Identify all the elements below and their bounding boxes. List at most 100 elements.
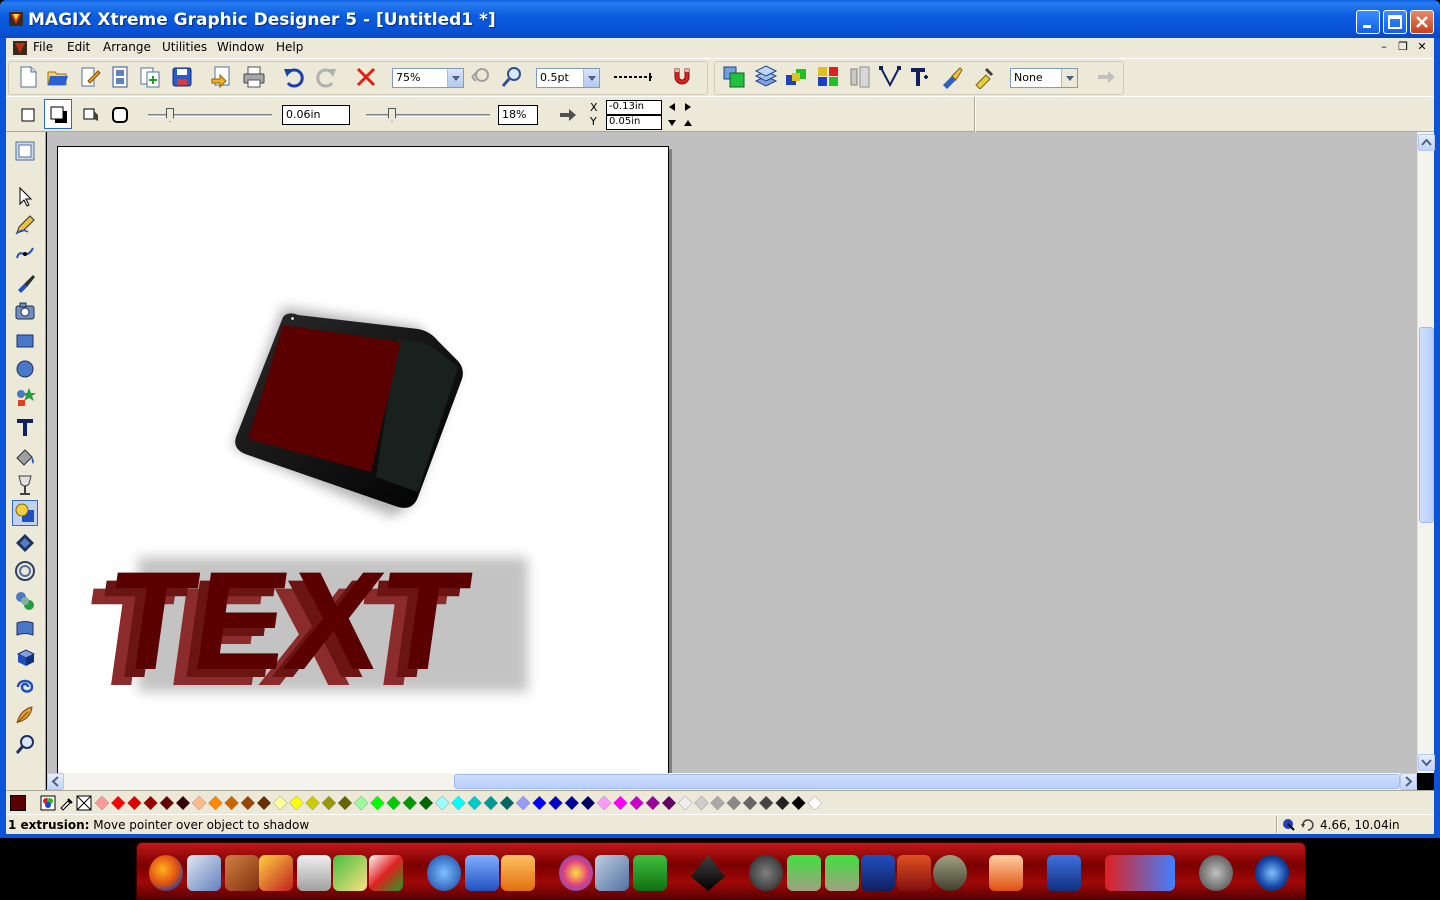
menu-file[interactable]: File [33,40,53,54]
firefox-icon[interactable] [149,855,183,891]
film-icon[interactable] [108,65,132,89]
ellipse-tool[interactable] [12,356,38,382]
doc-minimize-icon[interactable]: – [1376,40,1392,54]
inkscape-icon[interactable] [691,855,725,891]
flower-app-icon[interactable] [559,855,593,891]
transparency-tool[interactable] [12,472,38,498]
palette-swatch[interactable] [677,795,693,811]
quickshape-tool[interactable] [12,384,38,410]
writer-app-icon[interactable] [1047,855,1081,891]
palette-swatch[interactable] [564,795,580,811]
shadow-tool[interactable] [12,500,38,526]
text-tool-icon[interactable] [908,65,932,89]
palette-swatch[interactable] [208,795,223,811]
palette-swatch[interactable] [240,795,256,811]
undo-icon[interactable] [282,65,306,89]
doc-restore-icon[interactable]: ❐ [1395,40,1411,54]
new-document-icon[interactable] [16,65,40,89]
palette-swatch[interactable] [483,795,499,811]
doc-close-icon[interactable]: ✕ [1414,40,1430,54]
palette-swatch[interactable] [758,795,774,811]
brush-fill-icon[interactable] [940,65,964,89]
transparency-slider[interactable] [366,107,490,123]
palette-swatch[interactable] [143,795,158,811]
palette-swatch[interactable] [726,795,742,811]
extruded-text-object[interactable]: TEXT TEXT TEXT [74,543,478,715]
palette-swatch[interactable] [321,795,337,811]
palette-swatch[interactable] [175,795,191,811]
mould-tool[interactable] [12,616,38,642]
finder-icon[interactable] [595,855,629,891]
palette-swatch[interactable] [742,795,758,811]
color-picker-icon[interactable] [972,65,996,89]
picture-app-icon[interactable] [787,855,821,891]
palette-swatch[interactable] [434,795,450,811]
s-app-icon[interactable] [989,855,1023,891]
picture-app-2-icon[interactable] [825,855,859,891]
palette-swatch[interactable] [515,795,531,811]
wolf-app-icon[interactable] [1199,855,1233,891]
menu-edit[interactable]: Edit [67,40,90,54]
chevron-down-icon[interactable] [447,69,463,87]
palette-swatch[interactable] [353,795,369,811]
drop-shadow-button[interactable] [44,99,72,129]
palette-swatch[interactable] [191,795,207,811]
minimize-button[interactable] [1356,10,1380,34]
x-left-arrow-icon[interactable] [666,101,678,113]
menu-utilities[interactable]: Utilities [162,40,207,54]
toolbox-options-button[interactable] [12,138,38,164]
add-page-icon[interactable] [138,65,162,89]
globe-app-icon[interactable] [1255,855,1289,891]
photo-viewer-icon[interactable] [333,855,367,891]
text-tool[interactable] [12,414,38,440]
palette-swatch[interactable] [94,795,110,811]
horizontal-scrollbar[interactable] [47,773,1417,790]
palette-swatches[interactable] [94,794,874,812]
palette-swatch[interactable] [418,795,434,811]
internet-explorer-icon[interactable] [427,855,461,891]
fill-tool[interactable] [12,444,38,470]
canvas-workspace[interactable]: TEXT TEXT TEXT [47,132,1417,773]
palette-swatch[interactable] [645,795,661,811]
palette-swatch[interactable] [467,795,482,811]
palette-swatch[interactable] [548,795,563,811]
y-offset-field[interactable]: 0.05in [606,115,662,130]
scroll-right-button[interactable] [1400,773,1417,790]
import-icon[interactable] [210,65,234,89]
x-offset-field[interactable]: -0.13in [606,100,662,115]
magnet-snap-icon[interactable] [670,65,694,89]
palette-swatch[interactable] [305,795,320,811]
rectangle-tool[interactable] [12,328,38,354]
hand-app-icon[interactable] [225,855,259,891]
palette-swatch[interactable] [370,795,385,811]
zoom-icon[interactable] [500,65,524,89]
beachball-icon[interactable] [369,855,403,891]
palette-swatch[interactable] [272,795,288,811]
x-right-arrow-icon[interactable] [682,101,694,113]
gimp-icon[interactable] [933,855,967,891]
extruded-box[interactable] [235,313,463,508]
delete-icon[interactable] [354,65,378,89]
open-folder-icon[interactable] [46,65,70,89]
scroll-up-button[interactable] [1418,134,1435,151]
usb-drive-icon[interactable] [465,855,499,891]
line-width-combo[interactable]: 0.5pt [536,68,600,88]
blur-slider[interactable] [148,107,272,123]
contour-tool[interactable] [12,558,38,584]
vertical-scrollbar[interactable] [1417,132,1435,773]
palette-swatch[interactable] [710,795,725,811]
arrowhead-combo[interactable]: None [1010,68,1078,88]
arrow-right-icon[interactable] [1094,65,1118,89]
palette-swatch[interactable] [386,795,401,811]
3d-app-icon[interactable] [1105,855,1175,891]
palette-swatch[interactable] [224,795,239,811]
horizontal-scroll-thumb[interactable] [454,774,1400,789]
eyedropper-icon[interactable] [58,795,74,811]
zoom-combo[interactable]: 75% [392,68,464,88]
shadow-direction-icon[interactable] [556,103,580,127]
maximize-button[interactable] [1383,10,1407,34]
palette-swatch[interactable] [596,795,612,811]
tp-app-icon[interactable] [501,855,535,891]
palette-swatch[interactable] [532,795,547,811]
photoshop-icon[interactable] [861,855,895,891]
